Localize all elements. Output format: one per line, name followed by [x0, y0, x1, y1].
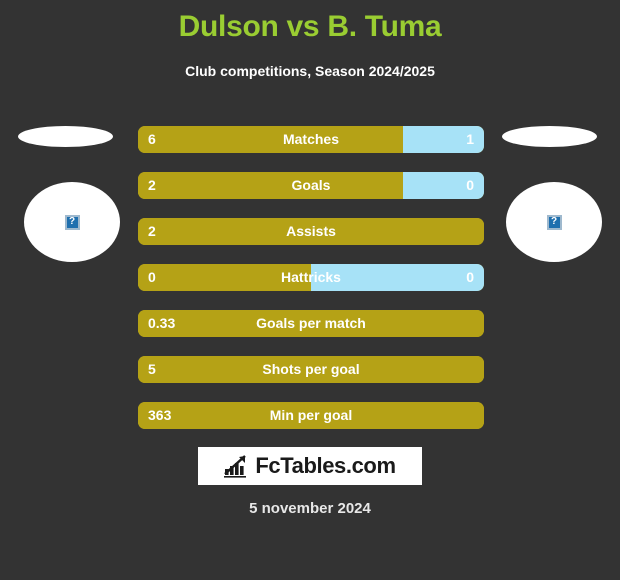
stat-label: Goals: [291, 177, 331, 193]
broken-image-icon: ?: [64, 214, 80, 230]
stat-row-goals: 2 Goals 0: [138, 172, 484, 199]
stat-bars-list: 6 Matches 1 2 Goals 0 2 Assists 0 Hattri…: [138, 126, 484, 448]
away-flag-icon: [502, 126, 597, 147]
away-stat-value: 0: [466, 177, 474, 193]
stat-row-shots-per-goal: 5 Shots per goal: [138, 356, 484, 383]
broken-image-icon: ?: [546, 214, 562, 230]
stat-label: Goals per match: [256, 315, 366, 331]
stat-label: Shots per goal: [262, 361, 360, 377]
fctables-logo[interactable]: FcTables.com: [198, 447, 422, 485]
stat-label: Min per goal: [269, 407, 353, 423]
away-player-panel: ?: [484, 120, 614, 280]
stat-label: Matches: [282, 131, 340, 147]
page-title: Dulson vs B. Tuma: [178, 10, 442, 43]
home-flag-icon: [18, 126, 113, 147]
stat-label: Assists: [286, 223, 336, 239]
stat-row-matches: 6 Matches 1: [138, 126, 484, 153]
away-stat-value: 0: [466, 269, 474, 285]
report-date: 5 november 2024: [249, 500, 371, 517]
stat-label: Hattricks: [281, 269, 341, 285]
home-player-avatar: ?: [24, 182, 120, 262]
page-subtitle: Club competitions, Season 2024/2025: [185, 63, 435, 79]
away-stat-value: 1: [466, 131, 474, 147]
stat-row-hattricks: 0 Hattricks 0: [138, 264, 484, 291]
stat-row-goals-per-match: 0.33 Goals per match: [138, 310, 484, 337]
home-player-panel: ?: [6, 120, 136, 280]
stat-row-min-per-goal: 363 Min per goal: [138, 402, 484, 429]
bar-chart-icon: [224, 455, 247, 478]
logo-text: FcTables.com: [255, 453, 396, 478]
stat-comparison-page: Dulson vs B. Tuma Club competitions, Sea…: [0, 0, 620, 580]
stat-row-assists: 2 Assists: [138, 218, 484, 245]
away-player-avatar: ?: [506, 182, 602, 262]
